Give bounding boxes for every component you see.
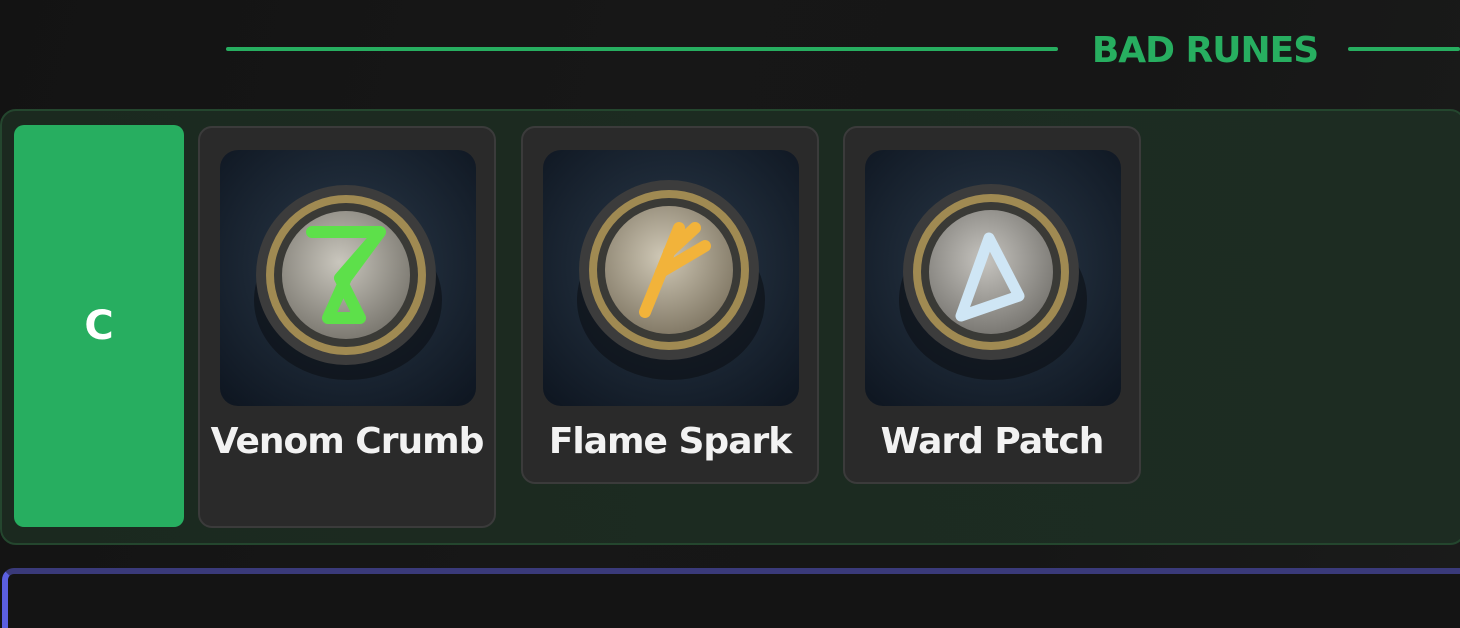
rune-name: Venom Crumb <box>210 421 485 462</box>
venom-rune-icon <box>220 150 476 406</box>
next-tier-panel <box>2 568 1460 628</box>
header-divider-right <box>1348 47 1460 51</box>
rune-card[interactable]: Venom Crumb <box>198 126 496 528</box>
ward-rune-icon <box>865 150 1121 406</box>
rune-name: Flame Spark <box>548 421 792 462</box>
flame-rune-icon <box>543 150 799 406</box>
section-title: BAD RUNES <box>1091 30 1319 71</box>
header-divider-left <box>226 47 1058 51</box>
rune-card[interactable]: Ward Patch <box>843 126 1141 484</box>
rune-card[interactable]: Flame Spark <box>521 126 819 484</box>
tier-letter: C <box>84 303 114 349</box>
section-header: BAD RUNES <box>0 0 1460 100</box>
tier-label: C <box>14 125 184 527</box>
rune-name: Ward Patch <box>880 421 1105 462</box>
